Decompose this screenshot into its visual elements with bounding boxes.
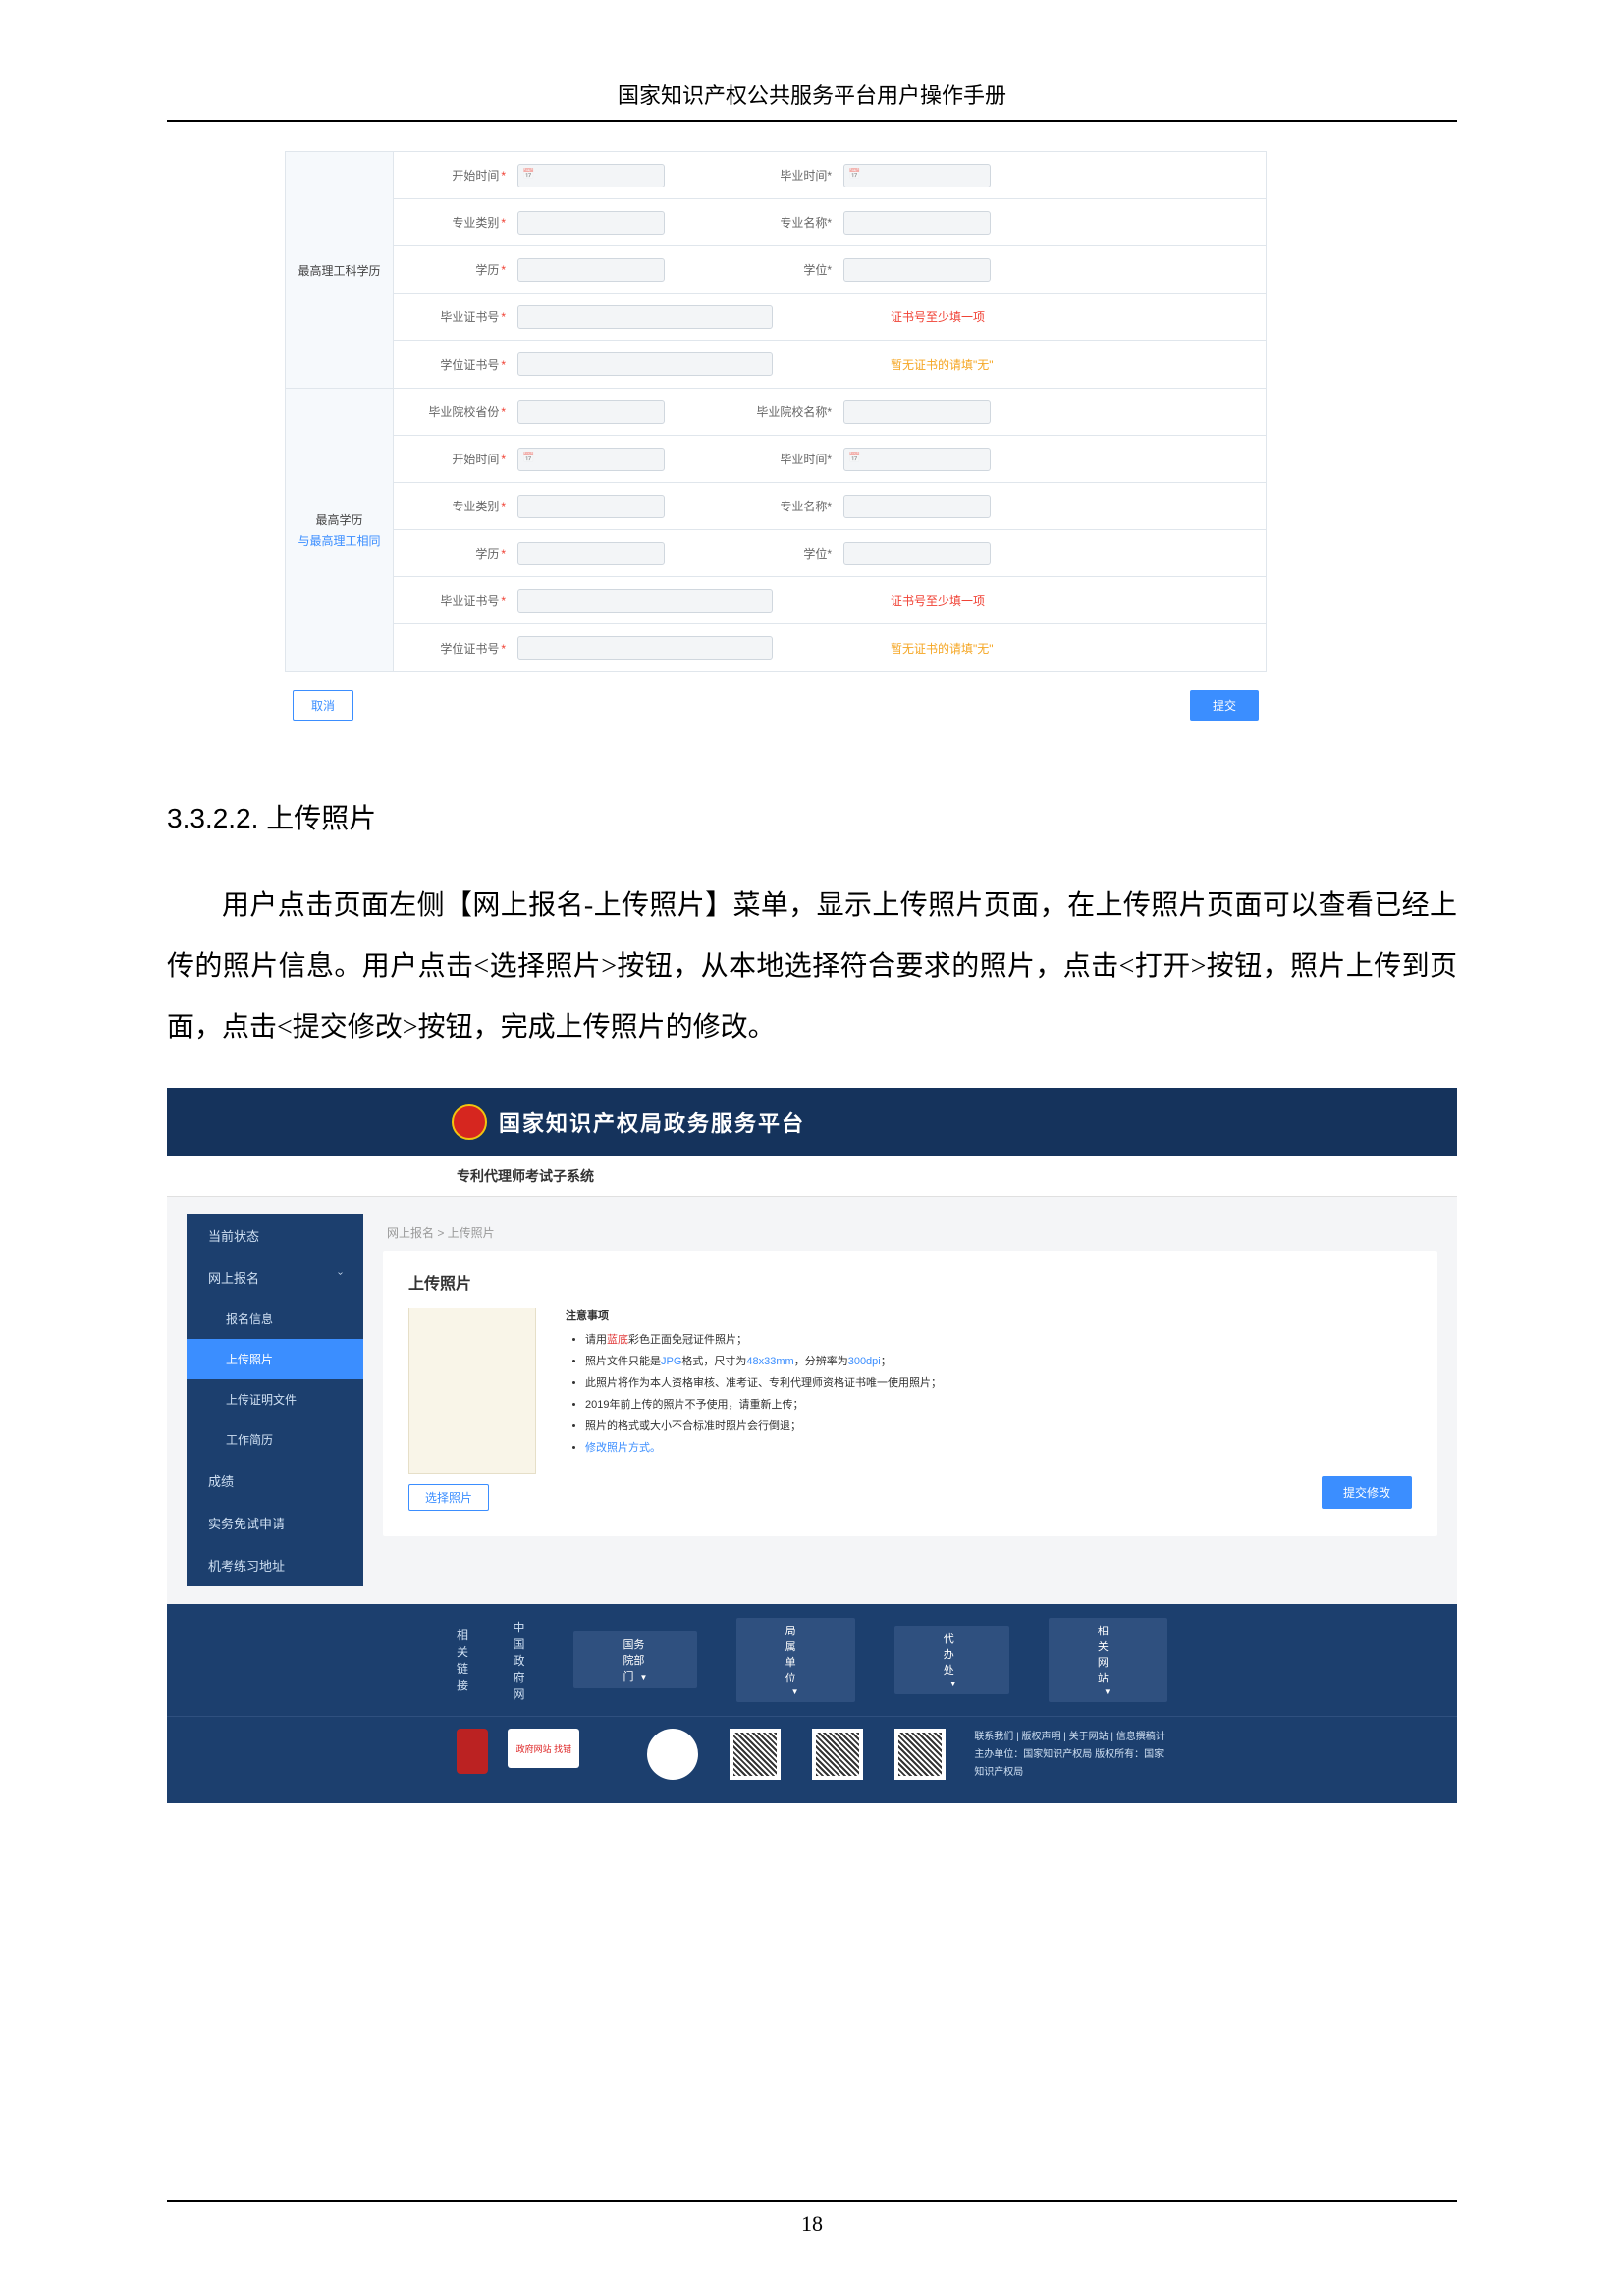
notes-panel: 注意事项 请用蓝底彩色正面免冠证件照片； 照片文件只能是JPG格式，尺寸为48x… bbox=[566, 1308, 1412, 1511]
footer-dropdown[interactable]: 代办处▼ bbox=[894, 1626, 1009, 1694]
body-paragraph: 用户点击页面左侧【网上报名-上传照片】菜单，显示上传照片页面，在上传照片页面可以… bbox=[167, 876, 1457, 1058]
school-province-select[interactable] bbox=[517, 400, 665, 424]
qr-icon bbox=[638, 1729, 707, 1780]
cancel-button[interactable]: 取消 bbox=[293, 690, 353, 721]
degree-select[interactable] bbox=[843, 258, 991, 282]
end-date-input[interactable] bbox=[843, 164, 991, 187]
document-header: 国家知识产权公共服务平台用户操作手册 bbox=[167, 79, 1457, 122]
notes-title: 注意事项 bbox=[566, 1308, 1412, 1323]
field-label: 学历* bbox=[407, 545, 506, 561]
same-as-link[interactable]: 与最高理工相同 bbox=[298, 532, 380, 549]
top-bar: 国家知识产权局政务服务平台 bbox=[167, 1088, 1457, 1156]
footer-link[interactable]: 中国政府网 bbox=[514, 1619, 535, 1702]
end-date-input[interactable] bbox=[843, 448, 991, 471]
field-label: 学位* bbox=[743, 261, 832, 278]
page-footer: 相关链接 中国政府网 国务院部门▼ 局属单位▼ 代办处▼ 相关网站▼ 政府网站 … bbox=[167, 1604, 1457, 1803]
form-hint: 证书号至少填一项 bbox=[891, 592, 985, 609]
sidebar-item-register[interactable]: 网上报名 bbox=[187, 1256, 363, 1299]
field-label: 毕业院校名称* bbox=[743, 403, 832, 420]
sidebar-item-regist-info[interactable]: 报名信息 bbox=[187, 1299, 363, 1339]
form-hint: 暂无证书的请填"无" bbox=[891, 356, 994, 373]
school-name-input[interactable] bbox=[843, 400, 991, 424]
field-label: 学历* bbox=[407, 261, 506, 278]
major-name-select[interactable] bbox=[843, 211, 991, 235]
field-label: 学位* bbox=[743, 545, 832, 561]
degree-cert-input[interactable] bbox=[517, 636, 773, 660]
qr-icon bbox=[886, 1729, 954, 1780]
photo-preview bbox=[408, 1308, 536, 1474]
form-group-label: 最高学历 与最高理工相同 bbox=[286, 389, 394, 671]
select-photo-button[interactable]: 选择照片 bbox=[408, 1484, 489, 1511]
qr-icon bbox=[721, 1729, 789, 1780]
footer-info: 联系我们 | 版权声明 | 关于网站 | 信息撰稿计 主办单位：国家知识产权局 … bbox=[974, 1729, 1167, 1782]
major-type-select[interactable] bbox=[517, 211, 665, 235]
start-date-input[interactable] bbox=[517, 164, 665, 187]
sidebar-item-status[interactable]: 当前状态 bbox=[187, 1214, 363, 1256]
page-number: 18 bbox=[167, 2200, 1457, 2237]
note-item: 修改照片方式。 bbox=[585, 1437, 1412, 1459]
footer-dropdown[interactable]: 局属单位▼ bbox=[736, 1618, 855, 1702]
form-hint: 暂无证书的请填"无" bbox=[891, 640, 994, 657]
field-label: 专业名称* bbox=[743, 214, 832, 231]
qr-icon bbox=[803, 1729, 872, 1780]
sidebar-item-exemption[interactable]: 实务免试申请 bbox=[187, 1502, 363, 1544]
field-label: 专业名称* bbox=[743, 498, 832, 514]
start-date-input[interactable] bbox=[517, 448, 665, 471]
form-group-label: 最高理工科学历 bbox=[286, 152, 394, 388]
submit-change-button[interactable]: 提交修改 bbox=[1322, 1476, 1412, 1509]
note-item: 请用蓝底彩色正面免冠证件照片； bbox=[585, 1329, 1412, 1351]
field-label: 学位证书号* bbox=[407, 356, 506, 373]
section-heading: 3.3.2.2. 上传照片 bbox=[167, 797, 1457, 836]
sidebar-item-upload-photo[interactable]: 上传照片 bbox=[187, 1339, 363, 1379]
grad-cert-input[interactable] bbox=[517, 305, 773, 329]
subsystem-title: 专利代理师考试子系统 bbox=[167, 1156, 1457, 1197]
field-label: 毕业院校省份* bbox=[407, 403, 506, 420]
national-emblem-icon bbox=[452, 1104, 487, 1140]
field-label: 毕业证书号* bbox=[407, 308, 506, 325]
sidebar-nav: 当前状态 网上报名 报名信息 上传照片 上传证明文件 工作简历 成绩 实务免试申… bbox=[187, 1214, 363, 1586]
note-item: 2019年前上传的照片不予使用，请重新上传； bbox=[585, 1394, 1412, 1415]
footer-dropdown[interactable]: 国务院部门▼ bbox=[573, 1631, 696, 1688]
field-label: 毕业时间* bbox=[743, 451, 832, 467]
field-label: 毕业证书号* bbox=[407, 592, 506, 609]
form-screenshot: 最高理工科学历 开始时间* 毕业时间* 专业类别* 专业名称* 学历* bbox=[285, 151, 1267, 738]
education-select[interactable] bbox=[517, 258, 665, 282]
sidebar-item-upload-docs[interactable]: 上传证明文件 bbox=[187, 1379, 363, 1419]
note-item: 此照片将作为本人资格审核、准考证、专利代理师资格证书唯一使用照片； bbox=[585, 1372, 1412, 1394]
degree-cert-input[interactable] bbox=[517, 352, 773, 376]
grad-cert-input[interactable] bbox=[517, 589, 773, 613]
note-item: 照片文件只能是JPG格式，尺寸为48x33mm，分辨率为300dpi； bbox=[585, 1351, 1412, 1372]
sidebar-item-practice[interactable]: 机考练习地址 bbox=[187, 1544, 363, 1586]
footer-label: 相关链接 bbox=[457, 1627, 474, 1693]
submit-button[interactable]: 提交 bbox=[1190, 690, 1259, 721]
upload-photo-screenshot: 国家知识产权局政务服务平台 专利代理师考试子系统 当前状态 网上报名 报名信息 … bbox=[167, 1088, 1457, 1803]
field-label: 毕业时间* bbox=[743, 167, 832, 184]
education-select[interactable] bbox=[517, 542, 665, 565]
field-label: 专业类别* bbox=[407, 498, 506, 514]
breadcrumb: 网上报名 > 上传照片 bbox=[383, 1214, 1437, 1251]
note-item: 照片的格式或大小不合标准时照片会行倒退； bbox=[585, 1415, 1412, 1437]
platform-title: 国家知识产权局政务服务平台 bbox=[499, 1106, 805, 1138]
major-type-select[interactable] bbox=[517, 495, 665, 518]
form-hint: 证书号至少填一项 bbox=[891, 308, 985, 325]
sidebar-item-score[interactable]: 成绩 bbox=[187, 1460, 363, 1502]
card-title: 上传照片 bbox=[408, 1270, 1412, 1294]
major-name-select[interactable] bbox=[843, 495, 991, 518]
gov-badge-icon bbox=[457, 1729, 488, 1774]
degree-select[interactable] bbox=[843, 542, 991, 565]
field-label: 学位证书号* bbox=[407, 640, 506, 657]
field-label: 开始时间* bbox=[407, 167, 506, 184]
field-label: 专业类别* bbox=[407, 214, 506, 231]
error-report-badge[interactable]: 政府网站 找错 bbox=[508, 1729, 579, 1768]
field-label: 开始时间* bbox=[407, 451, 506, 467]
sidebar-item-resume[interactable]: 工作简历 bbox=[187, 1419, 363, 1460]
footer-dropdown[interactable]: 相关网站▼ bbox=[1049, 1618, 1167, 1702]
